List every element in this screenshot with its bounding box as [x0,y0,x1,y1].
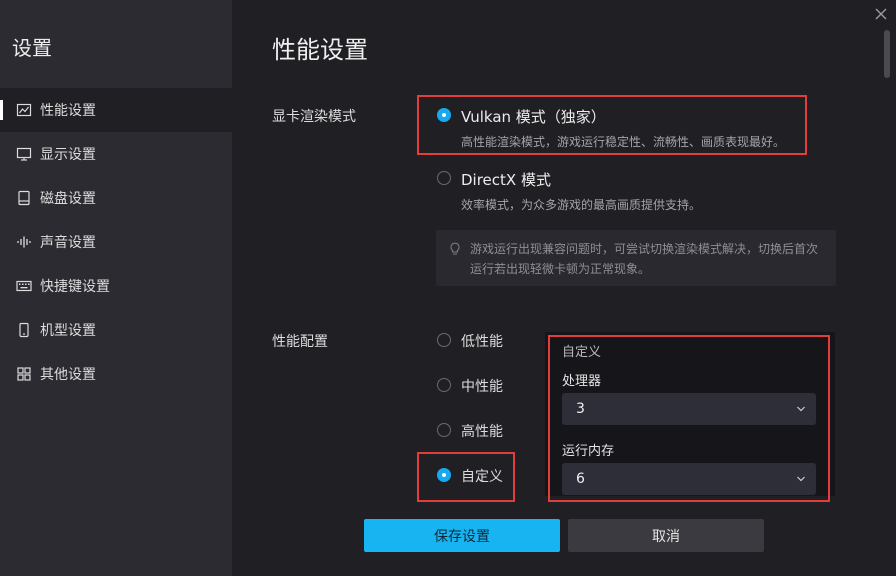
radio-unchecked[interactable] [437,333,451,347]
disk-icon [16,190,32,206]
perf-option-label: 高性能 [461,424,503,440]
sidebar-item-label: 快捷键设置 [40,279,110,295]
perf-option-low[interactable]: 低性能 [437,331,503,351]
highlight-box-custom [417,452,515,502]
tip-text: 游戏运行出现兼容问题时，可尝试切换渲染模式解决，切换后首次运行若出现轻微卡顿为正… [470,242,819,276]
sidebar-item-display[interactable]: 显示设置 [0,132,232,176]
highlight-box-custom-panel [548,335,830,502]
perf-option-high[interactable]: 高性能 [437,421,503,441]
sidebar-item-disk[interactable]: 磁盘设置 [0,176,232,220]
highlight-box-vulkan [417,95,807,155]
sidebar-item-shortcuts[interactable]: 快捷键设置 [0,264,232,308]
render-mode-tip: 游戏运行出现兼容问题时，可尝试切换渲染模式解决，切换后首次运行若出现轻微卡顿为正… [436,230,836,286]
perf-option-medium[interactable]: 中性能 [437,376,503,396]
cancel-button[interactable]: 取消 [568,519,764,552]
sidebar-item-label: 声音设置 [40,235,96,251]
sidebar-item-label: 性能设置 [40,103,96,119]
directx-mode-option[interactable]: DirectX 模式 效率模式，为众多游戏的最高画质提供支持。 [437,169,701,213]
sidebar-item-label: 其他设置 [40,367,96,383]
directx-mode-desc: 效率模式，为众多游戏的最高画质提供支持。 [461,198,702,212]
sidebar-item-label: 显示设置 [40,147,96,163]
lightbulb-icon [448,241,462,255]
radio-unchecked[interactable] [437,378,451,392]
sidebar-title: 设置 [12,36,52,60]
sidebar-item-label: 机型设置 [40,323,96,339]
page-title: 性能设置 [272,36,368,64]
sidebar-item-other[interactable]: 其他设置 [0,352,232,396]
sidebar-item-sound[interactable]: 声音设置 [0,220,232,264]
radio-unchecked[interactable] [437,171,451,185]
save-button[interactable]: 保存设置 [364,519,560,552]
grid-icon [16,366,32,382]
directx-mode-title: DirectX 模式 [461,171,551,189]
sidebar-item-performance[interactable]: 性能设置 [0,88,232,132]
sidebar-item-device-model[interactable]: 机型设置 [0,308,232,352]
phone-icon [16,322,32,338]
sidebar-item-label: 磁盘设置 [40,191,96,207]
chart-icon [16,102,32,118]
perf-option-label: 中性能 [461,379,503,395]
sidebar-nav: 性能设置 显示设置 磁盘设置 声音设置 快捷键设置 机型设置 其他设置 [0,88,232,396]
monitor-icon [16,146,32,162]
render-mode-label: 显卡渲染模式 [272,109,356,125]
radio-unchecked[interactable] [437,423,451,437]
perf-config-label: 性能配置 [272,334,328,350]
sidebar: 设置 性能设置 显示设置 磁盘设置 声音设置 快捷键设置 机型设置 其他设置 [0,0,232,576]
close-button[interactable] [873,6,889,22]
sound-wave-icon [16,234,32,250]
keyboard-icon [16,278,32,294]
perf-option-label: 低性能 [461,334,503,350]
close-icon [875,8,887,20]
scrollbar-thumb[interactable] [884,30,890,78]
